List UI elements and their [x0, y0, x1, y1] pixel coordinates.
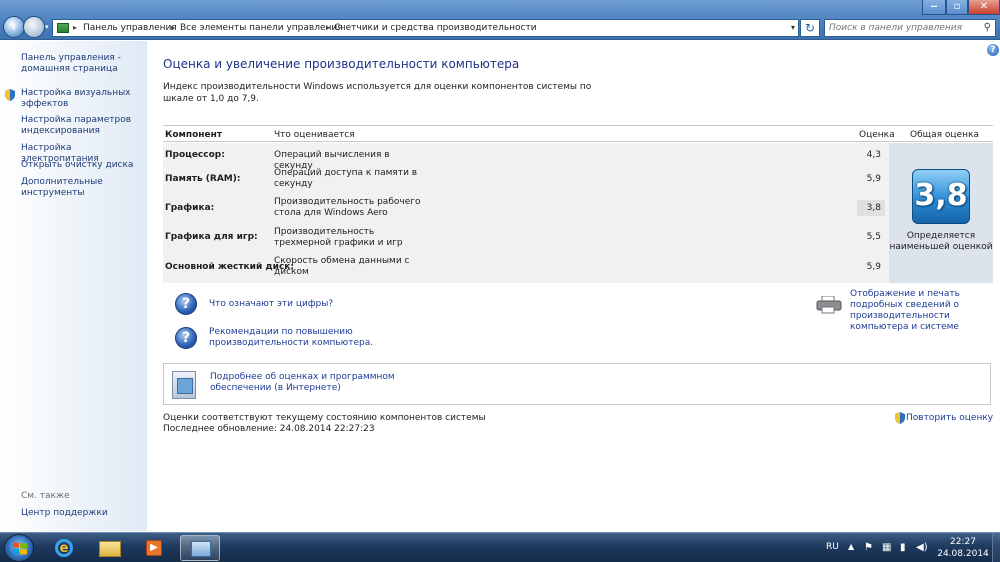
row-score: 4,3 — [866, 150, 881, 160]
control-panel-icon — [191, 541, 211, 557]
clock-time[interactable]: 22:27 — [940, 537, 986, 547]
score-table: Компонент Что оценивается Оценка Общая о… — [163, 125, 993, 283]
main-content: ? Оценка и увеличение производительности… — [147, 41, 1000, 531]
sidebar-item-visual-effects[interactable]: Настройка визуальных эффектов — [21, 88, 143, 110]
row-score: 3,8 — [857, 200, 885, 216]
breadcrumb-all-items[interactable]: Все элементы панели управления — [180, 23, 343, 33]
minimize-button[interactable]: ‒ — [922, 0, 946, 15]
back-button[interactable]: ‹ — [3, 16, 25, 38]
question-icon: ? — [175, 293, 197, 315]
taskbar: e ▶ RU ▲ ⚑ ▦ ▮ ◀) 22:27 24.08.2014 — [0, 532, 1000, 562]
refresh-icon[interactable]: ↻ — [800, 19, 820, 37]
search-box[interactable]: ⚲ — [824, 19, 996, 37]
media-player-icon: ▶ — [146, 540, 162, 556]
help-icon[interactable]: ? — [987, 44, 999, 56]
chevron-right-icon[interactable]: ▸ — [171, 23, 175, 32]
table-body: Процессор: Операций вычисления в секунду… — [163, 143, 889, 283]
row-rated: Операций доступа к памяти в секунду — [274, 168, 418, 189]
intro-text: Индекс производительности Windows исполь… — [163, 82, 592, 104]
header-rated: Что оценивается — [274, 130, 355, 140]
history-dropdown-icon[interactable]: ▾ — [45, 23, 49, 31]
search-icon[interactable]: ⚲ — [984, 22, 991, 33]
row-rated: Производительность трехмерной графики и … — [274, 227, 403, 248]
taskbar-media-player[interactable]: ▶ — [134, 535, 174, 561]
row-score: 5,5 — [866, 232, 881, 242]
sidebar-item-advanced-tools[interactable]: Дополнительные инструменты — [21, 177, 143, 199]
header-component: Компонент — [165, 130, 223, 140]
overall-score-badge: 3,8 — [912, 169, 970, 224]
header-overall: Общая оценка — [910, 130, 979, 140]
uac-shield-icon — [895, 412, 905, 424]
show-desktop-button[interactable] — [992, 533, 1000, 562]
breadcrumb-performance[interactable]: Счетчики и средства производительности — [334, 23, 537, 33]
row-component: Память (RAM): — [165, 174, 241, 184]
sidebar: Панель управления - домашняя страница На… — [0, 41, 147, 531]
support-center-link[interactable]: Центр поддержки — [21, 508, 108, 518]
chevron-right-icon[interactable]: ▸ — [73, 23, 77, 32]
overall-score-note: Определяется наименьшей оценкой — [889, 231, 993, 252]
what-numbers-link[interactable]: Что означают эти цифры? — [209, 299, 333, 310]
sidebar-item-indexing[interactable]: Настройка параметров индексирования — [21, 115, 143, 137]
more-info-link[interactable]: Подробнее об оценках и программном обесп… — [210, 372, 400, 394]
row-score: 5,9 — [866, 262, 881, 272]
row-component: Графика для игр: — [165, 232, 258, 242]
table-header: Компонент Что оценивается Оценка Общая о… — [163, 125, 993, 142]
folder-icon — [99, 541, 121, 557]
address-dropdown-icon[interactable]: ▾ — [791, 23, 795, 32]
clock-date[interactable]: 24.08.2014 — [934, 549, 992, 559]
language-indicator[interactable]: RU — [826, 542, 839, 552]
control-panel-icon — [57, 23, 69, 33]
row-rated: Скорость обмена данными с диском — [274, 256, 410, 277]
taskbar-internet-explorer[interactable]: e — [45, 535, 85, 561]
more-info-box: Подробнее об оценках и программном обесп… — [163, 363, 991, 405]
rerun-assessment-link[interactable]: Повторить оценку — [906, 413, 993, 423]
page-title: Оценка и увеличение производительности к… — [163, 57, 520, 71]
network-icon[interactable]: ▦ — [882, 542, 891, 553]
sidebar-item-home[interactable]: Панель управления - домашняя страница — [21, 53, 143, 75]
title-bar: ‒ ▫ ✕ ‹ › ▾ ▸ Панель управления ▸ Все эл… — [0, 0, 1000, 40]
overall-score-value: 3,8 — [914, 178, 968, 213]
forward-button[interactable]: › — [23, 16, 45, 38]
windows-logo-icon — [13, 542, 27, 555]
status-current: Оценки соответствуют текущему состоянию … — [163, 413, 486, 423]
start-button[interactable] — [4, 534, 34, 562]
software-box-icon — [172, 371, 196, 399]
search-input[interactable] — [829, 20, 979, 36]
action-center-icon[interactable]: ⚑ — [864, 542, 873, 553]
volume-icon[interactable]: ◀) — [916, 542, 928, 553]
show-hidden-icons-icon[interactable]: ▲ — [848, 542, 854, 551]
row-rated: Производительность рабочего стола для Wi… — [274, 197, 421, 218]
close-button[interactable]: ✕ — [968, 0, 1000, 15]
printer-icon — [816, 296, 842, 314]
row-component: Графика: — [165, 203, 215, 213]
status-last-update: Последнее обновление: 24.08.2014 22:27:2… — [163, 424, 375, 434]
row-component: Процессор: — [165, 150, 225, 160]
internet-explorer-icon: e — [55, 539, 73, 557]
question-icon: ? — [175, 327, 197, 349]
taskbar-control-panel[interactable] — [180, 535, 220, 561]
maximize-button[interactable]: ▫ — [946, 0, 968, 15]
header-score: Оценка — [859, 130, 895, 140]
row-score: 5,9 — [866, 174, 881, 184]
breadcrumb-control-panel[interactable]: Панель управления — [83, 23, 177, 33]
signal-icon[interactable]: ▮ — [900, 542, 906, 553]
recommendations-link[interactable]: Рекомендации по повышению производительн… — [209, 327, 379, 349]
chevron-right-icon[interactable]: ▸ — [326, 23, 330, 32]
overall-score-panel: 3,8 Определяется наименьшей оценкой — [889, 143, 993, 283]
address-bar[interactable]: ▸ Панель управления ▸ Все элементы панел… — [52, 19, 799, 37]
uac-shield-icon — [5, 89, 15, 101]
see-also-label: См. также — [21, 491, 70, 501]
print-details-link[interactable]: Отображение и печать подробных сведений … — [850, 289, 998, 333]
sidebar-item-disk-cleanup[interactable]: Открыть очистку диска — [21, 160, 143, 171]
taskbar-explorer[interactable] — [90, 535, 130, 561]
